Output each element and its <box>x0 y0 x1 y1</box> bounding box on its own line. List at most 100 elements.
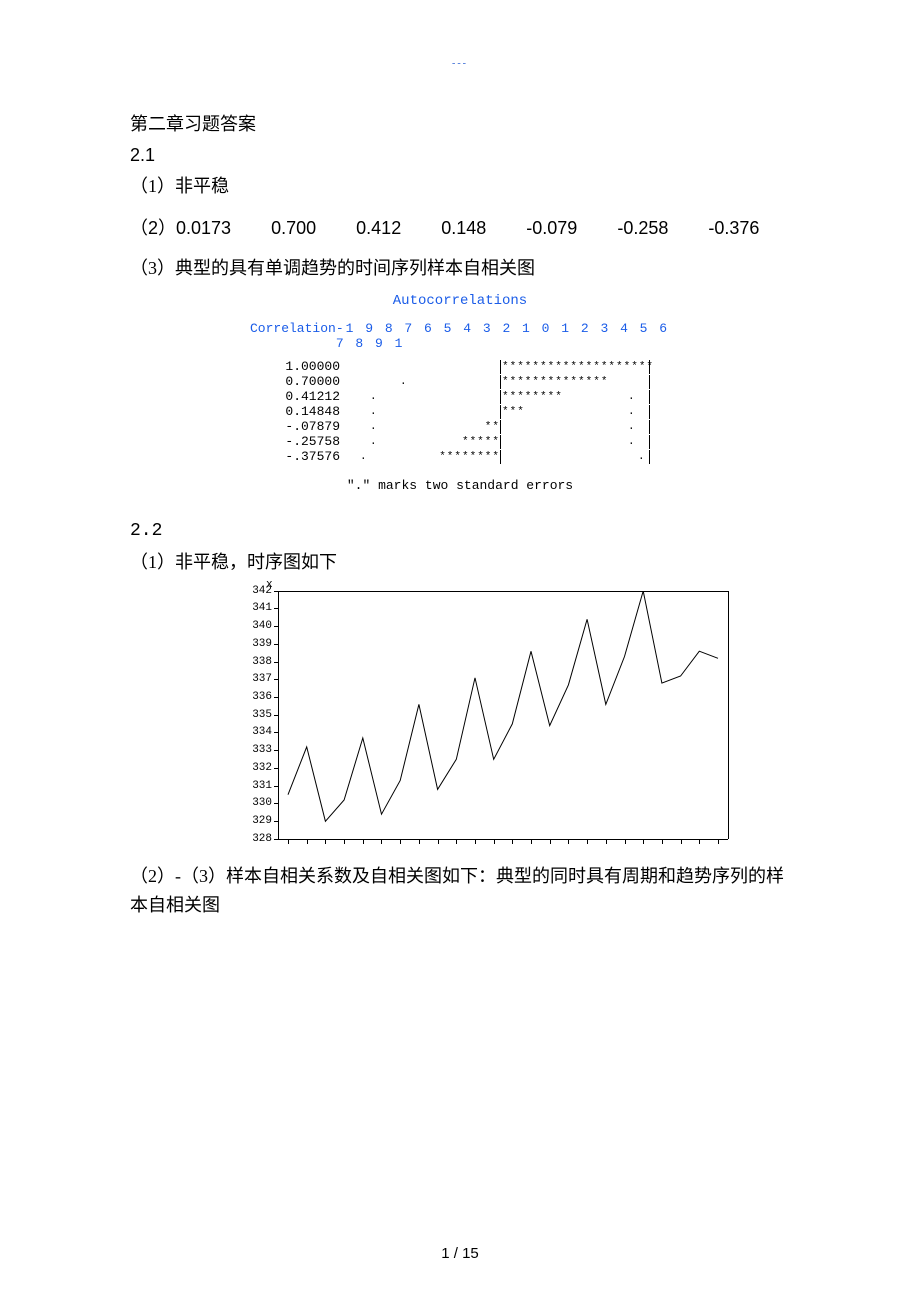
acf-plot: ***.. <box>350 405 650 419</box>
page-sep: / <box>450 1245 463 1262</box>
ts-xtick-mark <box>681 839 682 844</box>
ts-xtick-mark <box>699 839 700 844</box>
ts-ytick-label: 334 <box>238 727 272 737</box>
acf-bar: *** <box>502 405 525 419</box>
q2-1-v3: 0.148 <box>441 218 486 238</box>
autocorr-footnote: "." marks two standard errors <box>250 478 670 493</box>
acf-bar-neg: ***** <box>462 435 500 449</box>
acf-se-dot-left: . <box>360 450 367 464</box>
q2-1-part1: （1）非平稳 <box>130 172 790 201</box>
autocorr-title: Autocorrelations <box>250 293 670 309</box>
acf-centerline <box>500 360 501 374</box>
acf-se-dot-left: . <box>400 375 407 389</box>
acf-plot: ******************** <box>350 360 650 374</box>
acf-plot: ********.. <box>350 450 650 464</box>
ts-xtick-mark <box>325 839 326 844</box>
ts-xtick-mark <box>550 839 551 844</box>
ts-ytick-label: 329 <box>238 816 272 826</box>
ts-ytick-label: 341 <box>238 603 272 613</box>
ts-right-border <box>728 591 729 839</box>
acf-value: -.25758 <box>250 434 350 449</box>
ts-ytick-label: 328 <box>238 834 272 844</box>
ts-xtick-mark <box>643 839 644 844</box>
time-series-chart: x 32832933033133233333433533633733833934… <box>238 581 728 856</box>
acf-row: 0.70000**************. <box>250 374 670 389</box>
acf-se-dot-right: . <box>628 420 635 434</box>
ts-xtick-mark <box>288 839 289 844</box>
q2-1-v1: 0.700 <box>271 218 316 238</box>
q2-2-label: 2.2 <box>130 517 790 546</box>
acf-centerline <box>500 405 501 419</box>
ts-xtick-mark <box>625 839 626 844</box>
acf-right-border <box>649 375 650 389</box>
acf-row: -.07879**.. <box>250 419 670 434</box>
acf-value: -.37576 <box>250 449 350 464</box>
ts-ytick-label: 340 <box>238 621 272 631</box>
ts-ytick-label: 338 <box>238 657 272 667</box>
acf-centerline <box>500 375 501 389</box>
acf-right-border <box>649 435 650 449</box>
ts-ytick-label: 337 <box>238 674 272 684</box>
acf-se-dot-right: . <box>628 405 635 419</box>
page-footer: 1 / 15 <box>441 1245 479 1262</box>
acf-right-border <box>649 420 650 434</box>
ts-xtick-mark <box>587 839 588 844</box>
ts-ytick-label: 333 <box>238 745 272 755</box>
q2-1-v6: -0.376 <box>708 218 759 238</box>
acf-value: -.07879 <box>250 419 350 434</box>
q2-1-part2-prefix: （2） <box>130 218 176 238</box>
acf-se-dot-left: . <box>370 420 377 434</box>
ts-ytick-label: 331 <box>238 781 272 791</box>
document-page: --- 第二章习题答案 2.1 （1）非平稳 （2）0.0173 0.700 0… <box>0 0 920 1302</box>
ts-xtick-mark <box>606 839 607 844</box>
acf-se-dot-left: . <box>370 390 377 404</box>
acf-bar: ******** <box>502 390 563 404</box>
ts-ytick-label: 339 <box>238 639 272 649</box>
acf-se-dot-left: . <box>370 435 377 449</box>
acf-row: -.37576********.. <box>250 449 670 464</box>
ts-xtick-mark <box>307 839 308 844</box>
autocorr-header-left: Correlation <box>250 321 336 351</box>
q2-1-v5: -0.258 <box>617 218 668 238</box>
autocorr-rows: 1.00000********************0.70000******… <box>250 359 670 464</box>
q2-1-part3: （3）典型的具有单调趋势的时间序列样本自相关图 <box>130 254 790 283</box>
ts-xtick-mark <box>531 839 532 844</box>
ts-xtick-mark <box>344 839 345 844</box>
ts-line <box>278 591 728 839</box>
ts-ytick-label: 342 <box>238 586 272 596</box>
acf-centerline <box>500 390 501 404</box>
acf-centerline <box>500 450 501 464</box>
acf-row: 1.00000******************** <box>250 359 670 374</box>
acf-right-border <box>649 450 650 464</box>
ts-xtick-mark <box>512 839 513 844</box>
acf-plot: ********.. <box>350 390 650 404</box>
acf-bar: ******************** <box>502 360 654 374</box>
ts-xtick-mark <box>363 839 364 844</box>
ts-xtick-mark <box>568 839 569 844</box>
acf-plot: **.. <box>350 420 650 434</box>
acf-centerline <box>500 435 501 449</box>
q2-2-part1: （1）非平稳，时序图如下 <box>130 548 790 577</box>
ts-ytick-label: 332 <box>238 763 272 773</box>
q2-1-v4: -0.079 <box>526 218 577 238</box>
acf-se-dot-right: . <box>628 390 635 404</box>
acf-plot: *****.. <box>350 435 650 449</box>
acf-row: 0.41212********.. <box>250 389 670 404</box>
ts-xtick-mark <box>662 839 663 844</box>
page-total: 15 <box>462 1245 479 1262</box>
ts-xtick-mark <box>400 839 401 844</box>
ts-xtick-mark <box>494 839 495 844</box>
autocorr-header: Correlation -1 9 8 7 6 5 4 3 2 1 0 1 2 3… <box>250 321 670 351</box>
ts-xtick-mark <box>475 839 476 844</box>
ts-xtick-mark <box>718 839 719 844</box>
acf-row: 0.14848***.. <box>250 404 670 419</box>
acf-value: 1.00000 <box>250 359 350 374</box>
acf-value: 0.41212 <box>250 389 350 404</box>
ts-xtick-mark <box>381 839 382 844</box>
acf-bar: ************** <box>502 375 608 389</box>
acf-right-border <box>649 390 650 404</box>
q2-1-label: 2.1 <box>130 141 790 170</box>
acf-row: -.25758*****.. <box>250 434 670 449</box>
acf-value: 0.14848 <box>250 404 350 419</box>
chapter-title: 第二章习题答案 <box>130 110 790 139</box>
